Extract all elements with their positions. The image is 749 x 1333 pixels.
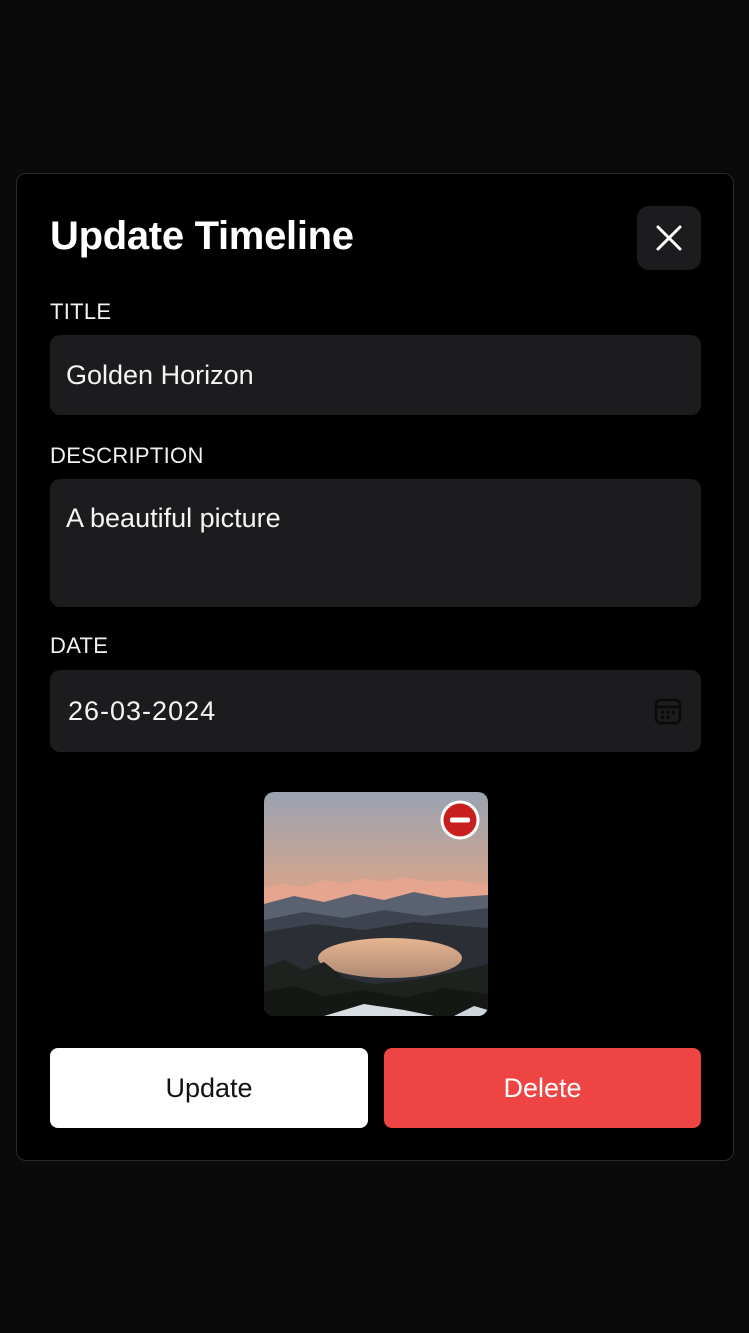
modal-title: Update Timeline	[50, 214, 354, 258]
title-label: TITLE	[50, 299, 112, 324]
date-value: 26-03-2024	[68, 696, 217, 726]
delete-button[interactable]: Delete	[384, 1048, 701, 1128]
close-button[interactable]	[637, 206, 701, 270]
title-input[interactable]: Golden Horizon	[50, 335, 701, 415]
date-label: DATE	[50, 633, 109, 658]
close-icon	[656, 225, 682, 251]
remove-image-icon[interactable]	[440, 800, 480, 840]
description-textarea[interactable]: A beautiful picture	[50, 479, 701, 607]
date-input[interactable]: 26-03-2024	[50, 670, 701, 752]
calendar-icon[interactable]	[653, 696, 683, 726]
description-label: DESCRIPTION	[50, 443, 204, 468]
update-timeline-modal: Update Timeline TITLE Golden Horizon DES…	[16, 173, 734, 1161]
update-button[interactable]: Update	[50, 1048, 368, 1128]
